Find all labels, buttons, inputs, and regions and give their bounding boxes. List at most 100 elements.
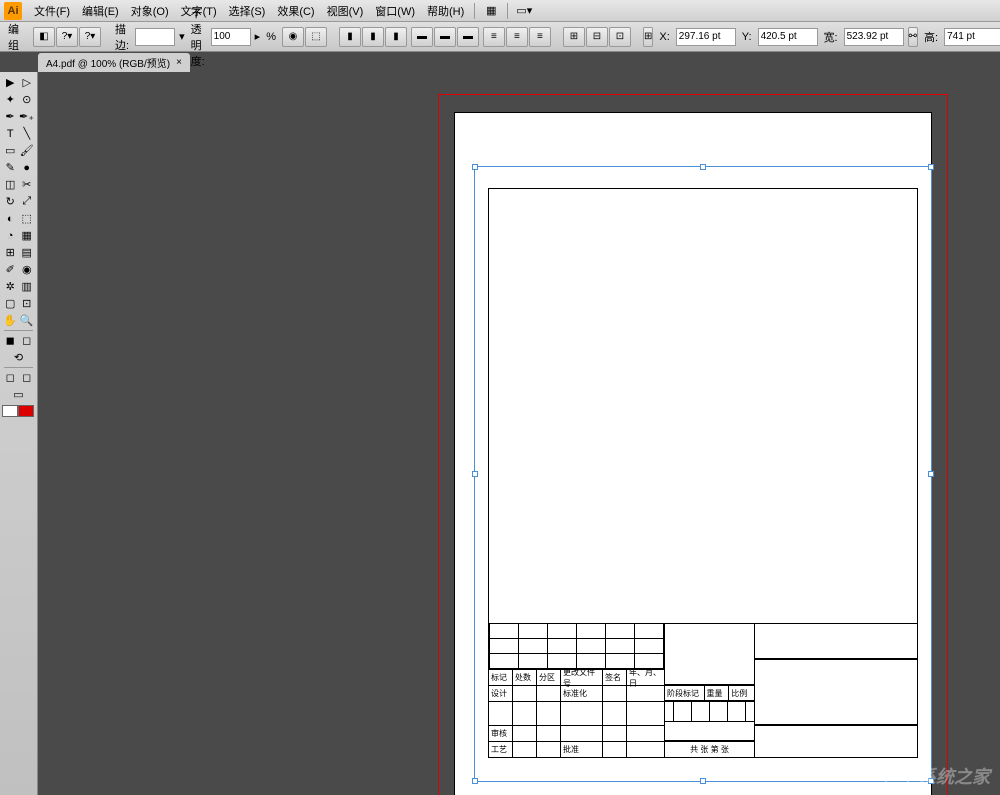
menu-effect[interactable]: 效果(C) bbox=[271, 1, 320, 21]
selection-handle-bl[interactable] bbox=[472, 778, 478, 784]
align-bottom-icon[interactable]: ▬ bbox=[457, 27, 479, 47]
shape-builder-tool-icon[interactable]: ◔ bbox=[2, 227, 19, 244]
default-stroke-swatch[interactable] bbox=[18, 405, 34, 417]
artboard: 标记 处数 分区 更改文件号 签名 年、月、日 设计 标准化 bbox=[438, 94, 948, 795]
tab-close-icon[interactable]: × bbox=[176, 57, 182, 68]
selection-handle-bm[interactable] bbox=[700, 778, 706, 784]
canvas[interactable]: 标记 处数 分区 更改文件号 签名 年、月、日 设计 标准化 bbox=[38, 72, 1000, 795]
default-fill-swatch[interactable] bbox=[2, 405, 18, 417]
align-hcenter-icon[interactable]: ▮ bbox=[362, 27, 384, 47]
mesh-tool-icon[interactable]: ⊞ bbox=[2, 244, 19, 261]
distribute-top-icon[interactable]: ≡ bbox=[483, 27, 505, 47]
rectangle-tool-icon[interactable]: ▭ bbox=[2, 142, 19, 159]
menu-edit[interactable]: 编辑(E) bbox=[76, 1, 125, 21]
title-block: 标记 处数 分区 更改文件号 签名 年、月、日 设计 标准化 bbox=[489, 623, 917, 757]
fill-swatch[interactable]: ◧ bbox=[33, 27, 55, 47]
h-label: 高: bbox=[922, 29, 940, 45]
menu-view[interactable]: 视图(V) bbox=[321, 1, 370, 21]
h-input[interactable] bbox=[944, 28, 1000, 46]
style-button[interactable]: ?▾ bbox=[79, 27, 101, 47]
w-label: 宽: bbox=[822, 29, 840, 45]
stroke-weight-input[interactable] bbox=[135, 28, 175, 46]
selection-handle-br[interactable] bbox=[928, 778, 934, 784]
eyedropper-tool-icon[interactable]: ✐ bbox=[2, 261, 19, 278]
fill-color-icon[interactable]: ◼ bbox=[2, 332, 19, 349]
title-block-header-row: 标记 处数 分区 更改文件号 签名 年、月、日 bbox=[489, 669, 664, 685]
recolor-artwork-icon[interactable]: ◉ bbox=[282, 27, 304, 47]
toolbox: ▶▷ ✦⊙ ✒✒₊ T╲ ▭🖌 ✎● ◫✂ ↻⤢ ◐⬚ ◔▦ ⊞▤ ✐◉ ✲▥ … bbox=[0, 72, 38, 795]
pencil-tool-icon[interactable]: ✎ bbox=[2, 159, 19, 176]
menu-window[interactable]: 窗口(W) bbox=[369, 1, 421, 21]
gradient-tool-icon[interactable]: ▤ bbox=[19, 244, 36, 261]
document-tab[interactable]: A4.pdf @ 100% (RGB/预览) × bbox=[38, 53, 190, 72]
draw-mode-normal-icon[interactable]: ◻ bbox=[2, 369, 19, 386]
selection-handle-mr[interactable] bbox=[928, 471, 934, 477]
app-icon: Ai bbox=[4, 2, 22, 20]
swap-fill-stroke-icon[interactable]: ⟲ bbox=[2, 349, 35, 366]
align-vcenter-icon[interactable]: ▬ bbox=[434, 27, 456, 47]
artboard-tool-icon[interactable]: ▢ bbox=[2, 295, 19, 312]
blob-brush-tool-icon[interactable]: ● bbox=[19, 159, 36, 176]
pen-tool-icon[interactable]: ✒ bbox=[2, 108, 18, 125]
selection-handle-ml[interactable] bbox=[472, 471, 478, 477]
direct-selection-tool-icon[interactable]: ▷ bbox=[19, 74, 36, 91]
align-left-icon[interactable]: ▮ bbox=[339, 27, 361, 47]
document-tab-bar: A4.pdf @ 100% (RGB/预览) × bbox=[0, 52, 1000, 72]
magic-wand-tool-icon[interactable]: ✦ bbox=[2, 91, 19, 108]
screen-mode-icon[interactable]: ▭ bbox=[2, 386, 35, 403]
w-input[interactable] bbox=[844, 28, 904, 46]
rotate-tool-icon[interactable]: ↻ bbox=[2, 193, 19, 210]
tb-design-label: 设计 bbox=[489, 686, 513, 701]
menu-file[interactable]: 文件(F) bbox=[28, 1, 76, 21]
zoom-tool-icon[interactable]: 🔍 bbox=[19, 312, 36, 329]
scissors-tool-icon[interactable]: ✂ bbox=[19, 176, 36, 193]
menu-help[interactable]: 帮助(H) bbox=[421, 1, 470, 21]
opacity-dropdown-icon[interactable]: ▸ bbox=[255, 30, 261, 43]
reference-point-icon[interactable]: ⊞ bbox=[643, 27, 653, 47]
slice-tool-icon[interactable]: ⊡ bbox=[19, 295, 36, 312]
tb-scale-label: 比例 bbox=[729, 686, 754, 700]
link-wh-icon[interactable]: ⚯ bbox=[908, 27, 918, 47]
align-top-icon[interactable]: ▬ bbox=[411, 27, 433, 47]
add-anchor-tool-icon[interactable]: ✒₊ bbox=[18, 108, 35, 125]
stroke-dropdown-icon[interactable]: ▾ bbox=[179, 30, 185, 43]
transform2-icon[interactable]: ⊟ bbox=[586, 27, 608, 47]
selection-handle-tl[interactable] bbox=[472, 164, 478, 170]
bridge-icon[interactable]: ▦ bbox=[481, 3, 501, 19]
blend-tool-icon[interactable]: ◉ bbox=[19, 261, 36, 278]
y-input[interactable] bbox=[758, 28, 818, 46]
title-block-revision-grid bbox=[489, 623, 664, 669]
distribute-vcenter-icon[interactable]: ≡ bbox=[506, 27, 528, 47]
transform3-icon[interactable]: ⊡ bbox=[609, 27, 631, 47]
arrange-icon[interactable]: ▭▾ bbox=[514, 3, 534, 19]
menu-object[interactable]: 对象(O) bbox=[125, 1, 175, 21]
selection-handle-tm[interactable] bbox=[700, 164, 706, 170]
line-tool-icon[interactable]: ╲ bbox=[19, 125, 36, 142]
recolor-button[interactable]: ?▾ bbox=[56, 27, 78, 47]
select-similar-icon[interactable]: ⬚ bbox=[305, 27, 327, 47]
perspective-grid-tool-icon[interactable]: ▦ bbox=[19, 227, 36, 244]
opacity-input[interactable] bbox=[211, 28, 251, 46]
draw-mode-behind-icon[interactable]: ◻ bbox=[19, 369, 36, 386]
align-right-icon[interactable]: ▮ bbox=[385, 27, 407, 47]
transform-icon[interactable]: ⊞ bbox=[563, 27, 585, 47]
type-tool-icon[interactable]: T bbox=[2, 125, 19, 142]
x-input[interactable] bbox=[676, 28, 736, 46]
selection-tool-icon[interactable]: ▶ bbox=[2, 74, 19, 91]
lasso-tool-icon[interactable]: ⊙ bbox=[19, 91, 36, 108]
menu-select[interactable]: 选择(S) bbox=[223, 1, 272, 21]
eraser-tool-icon[interactable]: ◫ bbox=[2, 176, 19, 193]
align-horizontal-group: ▮ ▮ ▮ bbox=[339, 27, 407, 47]
symbol-sprayer-tool-icon[interactable]: ✲ bbox=[2, 278, 19, 295]
stroke-color-icon[interactable]: ◻ bbox=[19, 332, 36, 349]
selection-handle-tr[interactable] bbox=[928, 164, 934, 170]
width-tool-icon[interactable]: ◐ bbox=[2, 210, 19, 227]
paintbrush-tool-icon[interactable]: 🖌 bbox=[19, 142, 36, 159]
column-graph-tool-icon[interactable]: ▥ bbox=[19, 278, 36, 295]
scale-tool-icon[interactable]: ⤢ bbox=[19, 193, 36, 210]
hand-tool-icon[interactable]: ✋ bbox=[2, 312, 19, 329]
selection-type-label: 编组 bbox=[6, 21, 21, 53]
align-vertical-group: ▬ ▬ ▬ bbox=[411, 27, 479, 47]
free-transform-tool-icon[interactable]: ⬚ bbox=[19, 210, 36, 227]
distribute-bottom-icon[interactable]: ≡ bbox=[529, 27, 551, 47]
